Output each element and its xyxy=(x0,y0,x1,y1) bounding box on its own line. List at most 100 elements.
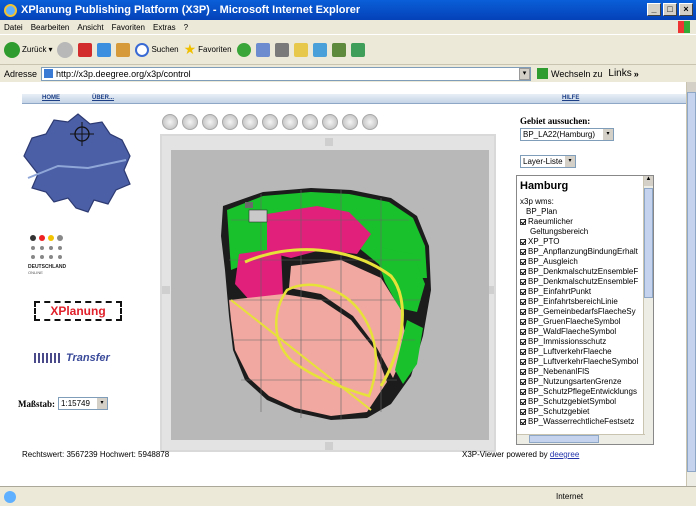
maximize-button[interactable]: □ xyxy=(663,3,677,16)
zoom-in-icon[interactable] xyxy=(162,114,178,130)
nav-home[interactable]: HOME xyxy=(42,95,60,101)
favorites-button[interactable]: ★ Favoriten xyxy=(184,41,232,58)
transfer-logo[interactable]: Transfer xyxy=(34,349,126,367)
layer-panel-scrollbar[interactable]: ▲ xyxy=(643,176,653,444)
layer-checkbox[interactable] xyxy=(520,419,526,425)
layer-checkbox[interactable] xyxy=(520,349,526,355)
layer-item[interactable]: Geltungsbereich xyxy=(520,227,650,237)
edit-icon[interactable] xyxy=(293,42,308,57)
region-select[interactable]: BP_LA22(Hamburg) ▾ xyxy=(520,128,614,141)
pan-icon[interactable] xyxy=(202,114,218,130)
layer-checkbox[interactable] xyxy=(520,219,526,225)
layer-checkbox[interactable] xyxy=(520,409,526,415)
layer-item[interactable]: BP_Immissionsschutz xyxy=(520,337,650,347)
menu-favorites[interactable]: Favoriten xyxy=(112,23,145,32)
research-icon[interactable] xyxy=(331,42,346,57)
layer-checkbox[interactable] xyxy=(520,239,526,245)
layer-checkbox[interactable] xyxy=(520,339,526,345)
pan-south-icon[interactable] xyxy=(325,442,333,450)
layer-checkbox[interactable] xyxy=(520,299,526,305)
layer-checkbox[interactable] xyxy=(520,329,526,335)
pan-west-icon[interactable] xyxy=(162,286,170,294)
layer-item[interactable]: BP_Ausgleich xyxy=(520,257,650,267)
back-view-icon[interactable] xyxy=(302,114,318,130)
page-scroll-thumb[interactable] xyxy=(687,92,696,472)
layer-panel-hscrollbar[interactable] xyxy=(517,434,645,444)
search-button[interactable]: Suchen xyxy=(135,42,179,57)
layer-checkbox[interactable] xyxy=(520,269,526,275)
scale-select[interactable]: 1:15749 ▾ xyxy=(58,397,109,410)
map-canvas[interactable] xyxy=(171,150,489,440)
zoom-out-icon[interactable] xyxy=(182,114,198,130)
layer-item[interactable]: BP_WaldFlaecheSymbol xyxy=(520,327,650,337)
hscroll-thumb[interactable] xyxy=(529,435,599,443)
nav-help[interactable]: HILFE xyxy=(562,95,579,101)
back-button[interactable]: Zurück ▾ xyxy=(4,41,52,58)
close-button[interactable]: × xyxy=(679,3,693,16)
layer-item[interactable]: BP_WasserrechtlicheFestsetz xyxy=(520,417,650,427)
menu-edit[interactable]: Bearbeiten xyxy=(31,23,70,32)
layer-item[interactable]: BP_Schutzgebiet xyxy=(520,407,650,417)
deegree-link[interactable]: deegree xyxy=(550,450,579,459)
layer-checkbox[interactable] xyxy=(520,319,526,325)
overview-map[interactable] xyxy=(18,108,136,220)
layer-item[interactable]: XP_PTO xyxy=(520,237,650,247)
print-icon[interactable] xyxy=(274,42,289,57)
layer-item[interactable]: BP_LuftverkehrFlaeche xyxy=(520,347,650,357)
page-scroll-up-icon[interactable] xyxy=(687,82,696,92)
xplanung-logo[interactable]: XPlanung xyxy=(34,301,122,321)
forward-view-icon[interactable] xyxy=(322,114,338,130)
info-icon[interactable] xyxy=(282,114,298,130)
pan-north-icon[interactable] xyxy=(325,138,333,146)
minimize-button[interactable]: _ xyxy=(647,3,661,16)
print-map-icon[interactable] xyxy=(362,114,378,130)
recenter-icon[interactable] xyxy=(222,114,238,130)
discuss-icon[interactable] xyxy=(312,42,327,57)
scroll-up-icon[interactable]: ▲ xyxy=(644,176,653,186)
layer-item[interactable]: BP_DenkmalschutzEnsembleF xyxy=(520,277,650,287)
layer-item[interactable]: BP_LuftverkehrFlaecheSymbol xyxy=(520,357,650,367)
nav-about[interactable]: ÜBER... xyxy=(92,95,114,101)
layer-checkbox[interactable] xyxy=(520,279,526,285)
reset-view-icon[interactable] xyxy=(342,114,358,130)
layer-item[interactable]: BP_EinfahrtsbereichLinie xyxy=(520,297,650,307)
menu-tools[interactable]: Extras xyxy=(153,23,176,32)
mail-icon[interactable] xyxy=(255,42,270,57)
layer-checkbox[interactable] xyxy=(520,399,526,405)
menu-file[interactable]: Datei xyxy=(4,23,23,32)
layer-item[interactable]: BP_NutzungsartenGrenze xyxy=(520,377,650,387)
links-chevron-icon[interactable]: » xyxy=(634,69,639,79)
layer-checkbox[interactable] xyxy=(520,369,526,375)
menu-help[interactable]: ? xyxy=(184,23,188,32)
plus-icon[interactable] xyxy=(242,114,258,130)
layer-checkbox[interactable] xyxy=(520,379,526,385)
layer-item[interactable]: BP_SchutzPflegeEntwicklungs xyxy=(520,387,650,397)
links-button[interactable]: Links xyxy=(608,68,631,79)
layer-list-select[interactable]: Layer-Liste ▾ xyxy=(520,155,576,168)
layer-checkbox[interactable] xyxy=(520,359,526,365)
page-scrollbar[interactable] xyxy=(686,82,696,486)
layer-checkbox[interactable] xyxy=(520,289,526,295)
address-input[interactable]: http://x3p.deegree.org/x3p/control ▾ xyxy=(41,66,532,81)
menu-view[interactable]: Ansicht xyxy=(77,23,103,32)
home-icon[interactable] xyxy=(116,42,131,57)
layer-item[interactable]: BP_GemeinbedarfsFlaecheSy xyxy=(520,307,650,317)
layer-item[interactable]: BP_NebenanlFlS xyxy=(520,367,650,377)
layer-checkbox[interactable] xyxy=(520,389,526,395)
layer-item[interactable]: Raeumlicher xyxy=(520,217,650,227)
layer-checkbox[interactable] xyxy=(520,259,526,265)
layer-item[interactable]: BP_AnpflanzungBindungErhalt xyxy=(520,247,650,257)
layer-item[interactable]: BP_EinfahrtPunkt xyxy=(520,287,650,297)
messenger-icon[interactable] xyxy=(350,42,365,57)
scroll-thumb[interactable] xyxy=(644,188,653,298)
layer-checkbox[interactable] xyxy=(520,249,526,255)
refresh-icon[interactable] xyxy=(97,42,112,57)
layer-item[interactable]: BP_GruenFlaecheSymbol xyxy=(520,317,650,327)
history-icon[interactable] xyxy=(236,42,251,57)
layer-item[interactable]: BP_DenkmalschutzEnsembleF xyxy=(520,267,650,277)
go-button[interactable]: Wechseln zu xyxy=(537,68,602,79)
minus-icon[interactable] xyxy=(262,114,278,130)
forward-arrow-icon[interactable] xyxy=(57,41,74,58)
address-dropdown-icon[interactable]: ▾ xyxy=(519,67,531,80)
layer-checkbox[interactable] xyxy=(520,309,526,315)
